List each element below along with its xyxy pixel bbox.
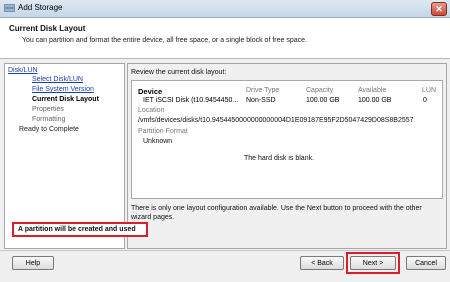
column-header-device: Device: [138, 87, 163, 96]
column-header-lun: LUN: [422, 87, 437, 94]
location-label: Location: [138, 107, 165, 114]
partition-format-value: Unknown: [143, 138, 173, 145]
page-description: You can partition and format the entire …: [22, 37, 307, 44]
sidebar-item-current-disk-layout: Current Disk Layout: [32, 96, 99, 103]
sidebar-item-properties: Properties: [32, 106, 64, 113]
page-title: Current Disk Layout: [9, 24, 86, 33]
disk-layout-panel: Device Drive Type Capacity Available LUN…: [131, 80, 443, 199]
main-content: Review the current disk layout: Device D…: [127, 63, 447, 249]
column-header-drive-type: Drive Type: [246, 87, 280, 94]
storage-icon: [4, 4, 15, 12]
cancel-button[interactable]: Cancel: [406, 256, 446, 270]
close-icon: ✕: [435, 4, 443, 14]
blank-disk-message: The hard disk is blank.: [244, 155, 315, 162]
sidebar-item-file-system-version[interactable]: File System Version: [32, 86, 94, 93]
layout-info-text: There is only one layout configuration a…: [131, 205, 422, 221]
wizard-header: Current Disk Layout You can partition an…: [0, 18, 450, 59]
next-button[interactable]: Next >: [350, 256, 396, 270]
close-button[interactable]: ✕: [431, 2, 447, 16]
drive-type-value: Non-SSD: [246, 97, 276, 104]
sidebar-item-formatting: Formatting: [32, 116, 66, 123]
capacity-value: 100.00 GB: [306, 97, 340, 104]
partition-note: A partition will be created and used: [12, 222, 148, 237]
location-path: /vmfs/devices/disks/t10.9454450000000000…: [138, 117, 414, 124]
available-value: 100.00 GB: [358, 97, 392, 104]
sidebar-item-select-disk-lun[interactable]: Select Disk/LUN: [32, 76, 83, 83]
column-header-available: Available: [358, 87, 387, 94]
device-name: IET iSCSI Disk (t10.9454450...: [143, 97, 239, 104]
back-button[interactable]: < Back: [300, 256, 344, 270]
review-label: Review the current disk layout:: [131, 69, 227, 76]
lun-value: 0: [423, 97, 427, 104]
help-button[interactable]: Help: [12, 256, 54, 270]
title-bar: Add Storage ✕: [0, 0, 450, 18]
window-title: Add Storage: [18, 3, 63, 12]
sidebar-item-ready-to-complete: Ready to Complete: [19, 126, 79, 133]
partition-format-label: Partition Format: [138, 128, 188, 135]
sidebar-item-disk-lun[interactable]: Disk/LUN: [8, 67, 38, 74]
column-header-capacity: Capacity: [306, 87, 334, 94]
